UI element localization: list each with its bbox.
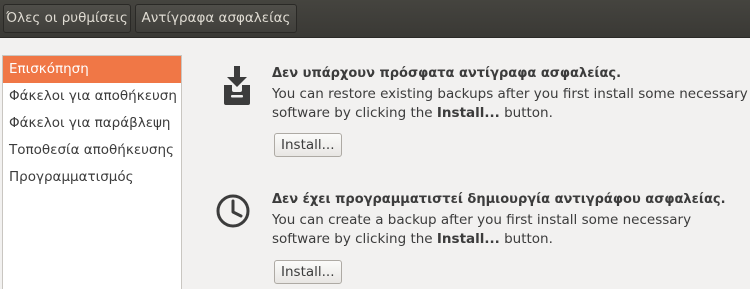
schedule-description: You can create a backup after you first …	[272, 212, 692, 247]
inbox-download-icon	[214, 64, 260, 110]
restore-install-button[interactable]: Install...	[274, 133, 342, 157]
schedule-text: Δεν έχει προγραμματιστεί δημιουργία αντι…	[272, 190, 750, 249]
restore-description: You can restore existing backups after y…	[272, 86, 748, 121]
sidebar-item-storage-location[interactable]: Τοποθεσία αποθήκευσης	[3, 137, 181, 164]
header-toolbar: Όλες οι ρυθμίσεις Αντίγραφα ασφαλείας	[0, 0, 750, 38]
restore-title: Δεν υπάρχουν πρόσφατα αντίγραφα ασφαλεία…	[272, 66, 622, 81]
restore-text: Δεν υπάρχουν πρόσφατα αντίγραφα ασφαλεία…	[272, 64, 750, 123]
sidebar-item-overview[interactable]: Επισκόπηση	[3, 56, 181, 83]
sidebar-item-scheduling[interactable]: Προγραμματισμός	[3, 164, 181, 191]
sidebar-item-folders-to-save[interactable]: Φάκελοι για αποθήκευση	[3, 83, 181, 110]
schedule-title: Δεν έχει προγραμματιστεί δημιουργία αντι…	[272, 192, 726, 207]
all-settings-button[interactable]: Όλες οι ρυθμίσεις	[3, 4, 131, 33]
schedule-install-button[interactable]: Install...	[274, 260, 342, 284]
sidebar-item-folders-to-ignore[interactable]: Φάκελοι για παράβλεψη	[3, 110, 181, 137]
sidebar: Επισκόπηση Φάκελοι για αποθήκευση Φάκελο…	[2, 55, 182, 289]
backups-title-button[interactable]: Αντίγραφα ασφαλείας	[135, 4, 297, 33]
clock-icon	[214, 190, 260, 236]
